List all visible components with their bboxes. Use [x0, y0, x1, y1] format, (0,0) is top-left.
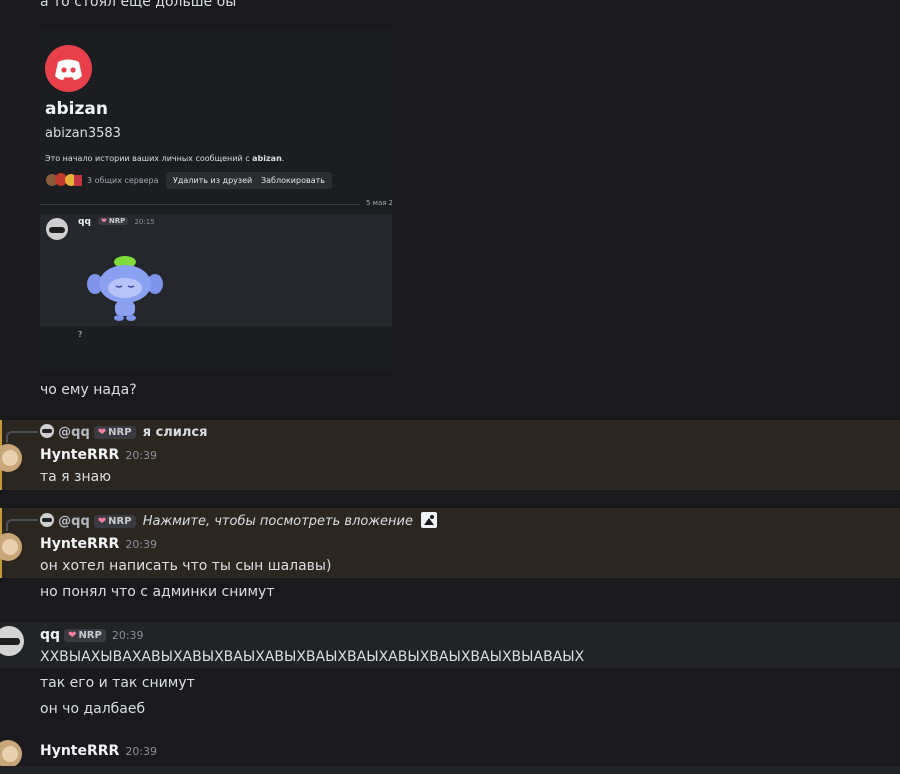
- discord-logo-icon: [45, 45, 92, 92]
- author-name[interactable]: HynteRRR: [40, 447, 119, 463]
- profile-handle: abizan3583: [45, 126, 121, 141]
- message-text: но понял что с админки снимут: [40, 584, 275, 600]
- reply-preview[interactable]: @qq ❤ NRP я слился: [40, 424, 208, 440]
- message-text: он чо далбаеб: [40, 701, 146, 717]
- block-button: Заблокировать: [254, 172, 332, 189]
- message-header: HynteRRR 20:39: [40, 743, 158, 759]
- date-divider-line: [40, 204, 360, 205]
- profile-username: abizan: [45, 99, 108, 119]
- author-name[interactable]: HynteRRR: [40, 743, 119, 759]
- wumpus-sticker-icon: [85, 250, 165, 325]
- attached-screenshot[interactable]: abizan abizan3583 Это начало истории ваш…: [40, 30, 392, 370]
- mutual-servers: 3 общих сервера: [87, 176, 159, 185]
- avatar[interactable]: [0, 740, 22, 768]
- image-icon: [421, 512, 438, 528]
- composer-edge: [0, 766, 900, 774]
- author-name[interactable]: HynteRRR: [40, 536, 119, 552]
- message-header: qq ❤ NRP 20:39: [40, 627, 144, 643]
- date-divider: 5 мая 20: [366, 199, 392, 207]
- message-text: чо ему нада?: [40, 382, 137, 398]
- inner-text: ?: [78, 330, 83, 339]
- message-text: та я знаю: [40, 469, 112, 485]
- reply-avatar: [40, 424, 54, 438]
- reply-preview[interactable]: @qq ❤ NRP Нажмите, чтобы посмотреть вложен…: [40, 512, 438, 529]
- dm-intro: Это начало истории ваших личных сообщени…: [45, 154, 285, 163]
- message-text: ХХВЫАХЫВАХАВЫХАВЫХВАЫХАВЫХВАЫХВАЫХАВЫХВА…: [40, 649, 585, 665]
- author-name[interactable]: qq: [40, 627, 60, 643]
- message-header: HynteRRR 20:39: [40, 536, 158, 552]
- remove-friend-button: Удалить из друзей: [166, 172, 260, 189]
- mutual-server-icons: [46, 172, 84, 188]
- message-header: HynteRRR 20:39: [40, 447, 158, 463]
- message-text: он хотел написать что ты сын шалавы): [40, 558, 332, 574]
- inner-author: qq ❤ NRP 20:15: [78, 217, 155, 227]
- message-text: а то стоял еще дольше бы: [40, 0, 237, 10]
- message-text: так его и так снимут: [40, 675, 195, 691]
- inner-avatar: [46, 218, 68, 240]
- reply-avatar: [40, 513, 54, 527]
